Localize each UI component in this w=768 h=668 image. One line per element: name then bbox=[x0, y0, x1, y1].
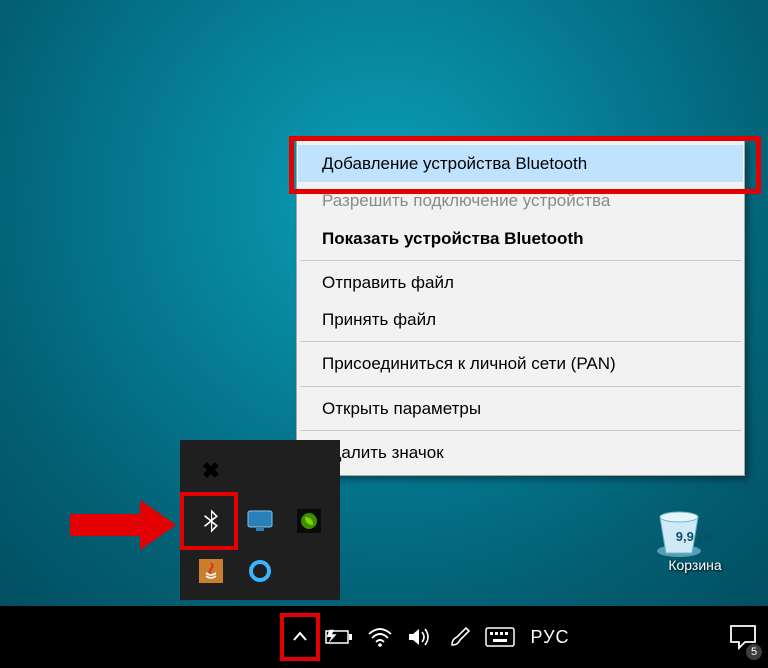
tray-icon-cortana[interactable] bbox=[235, 546, 284, 596]
menu-remove-icon[interactable]: Удалить значок bbox=[298, 434, 743, 471]
bluetooth-icon bbox=[196, 506, 226, 536]
crossed-icon: ✖ bbox=[196, 456, 226, 486]
tray-icon-disabled[interactable]: ✖ bbox=[186, 446, 235, 496]
highlight-box-chevron bbox=[280, 613, 320, 661]
menu-join-pan[interactable]: Присоединиться к личной сети (PAN) bbox=[298, 345, 743, 382]
menu-separator bbox=[300, 260, 741, 261]
tray-icon-nvidia[interactable] bbox=[285, 496, 334, 546]
notification-badge: 5 bbox=[746, 644, 762, 660]
menu-add-device[interactable]: Добавление устройства Bluetooth bbox=[298, 145, 743, 182]
tray-icon-monitor[interactable] bbox=[235, 496, 284, 546]
tray-keyboard[interactable] bbox=[480, 606, 520, 668]
tray-overflow-popup: ✖ bbox=[180, 440, 340, 600]
bluetooth-context-menu: Добавление устройства Bluetooth Разрешит… bbox=[296, 140, 745, 476]
tray-volume[interactable] bbox=[400, 606, 440, 668]
battery-icon bbox=[325, 628, 355, 646]
menu-receive-file[interactable]: Принять файл bbox=[298, 301, 743, 338]
pen-icon bbox=[448, 625, 472, 649]
tray-pen[interactable] bbox=[440, 606, 480, 668]
menu-separator bbox=[300, 430, 741, 431]
volume-icon bbox=[407, 626, 433, 648]
tray-icon-java[interactable] bbox=[186, 546, 235, 596]
tray-battery[interactable] bbox=[320, 606, 360, 668]
menu-separator bbox=[300, 386, 741, 387]
menu-send-file[interactable]: Отправить файл bbox=[298, 264, 743, 301]
menu-show-devices[interactable]: Показать устройства Bluetooth bbox=[298, 220, 743, 257]
menu-open-settings[interactable]: Открыть параметры bbox=[298, 390, 743, 427]
tray-wifi[interactable] bbox=[360, 606, 400, 668]
taskbar: РУС 5 bbox=[0, 606, 768, 668]
menu-separator bbox=[300, 341, 741, 342]
tray-icon-bluetooth[interactable] bbox=[186, 496, 235, 546]
circle-icon bbox=[245, 556, 275, 586]
wifi-icon bbox=[367, 626, 393, 648]
tray-chevron-up[interactable] bbox=[280, 606, 320, 668]
keyboard-icon bbox=[485, 627, 515, 647]
recycle-bin-size: 9,9 ГБ bbox=[650, 529, 740, 544]
nvidia-icon bbox=[294, 506, 324, 536]
svg-text:✖: ✖ bbox=[201, 458, 219, 483]
java-icon bbox=[196, 556, 226, 586]
recycle-bin[interactable]: 9,9 ГБ Корзина bbox=[650, 507, 740, 573]
recycle-bin-label: Корзина bbox=[650, 557, 740, 573]
tray-language[interactable]: РУС bbox=[520, 606, 580, 668]
menu-allow-connect: Разрешить подключение устройства bbox=[298, 182, 743, 219]
chevron-up-icon bbox=[291, 628, 309, 646]
monitor-icon bbox=[245, 506, 275, 536]
tray-action-center[interactable]: 5 bbox=[718, 606, 768, 668]
